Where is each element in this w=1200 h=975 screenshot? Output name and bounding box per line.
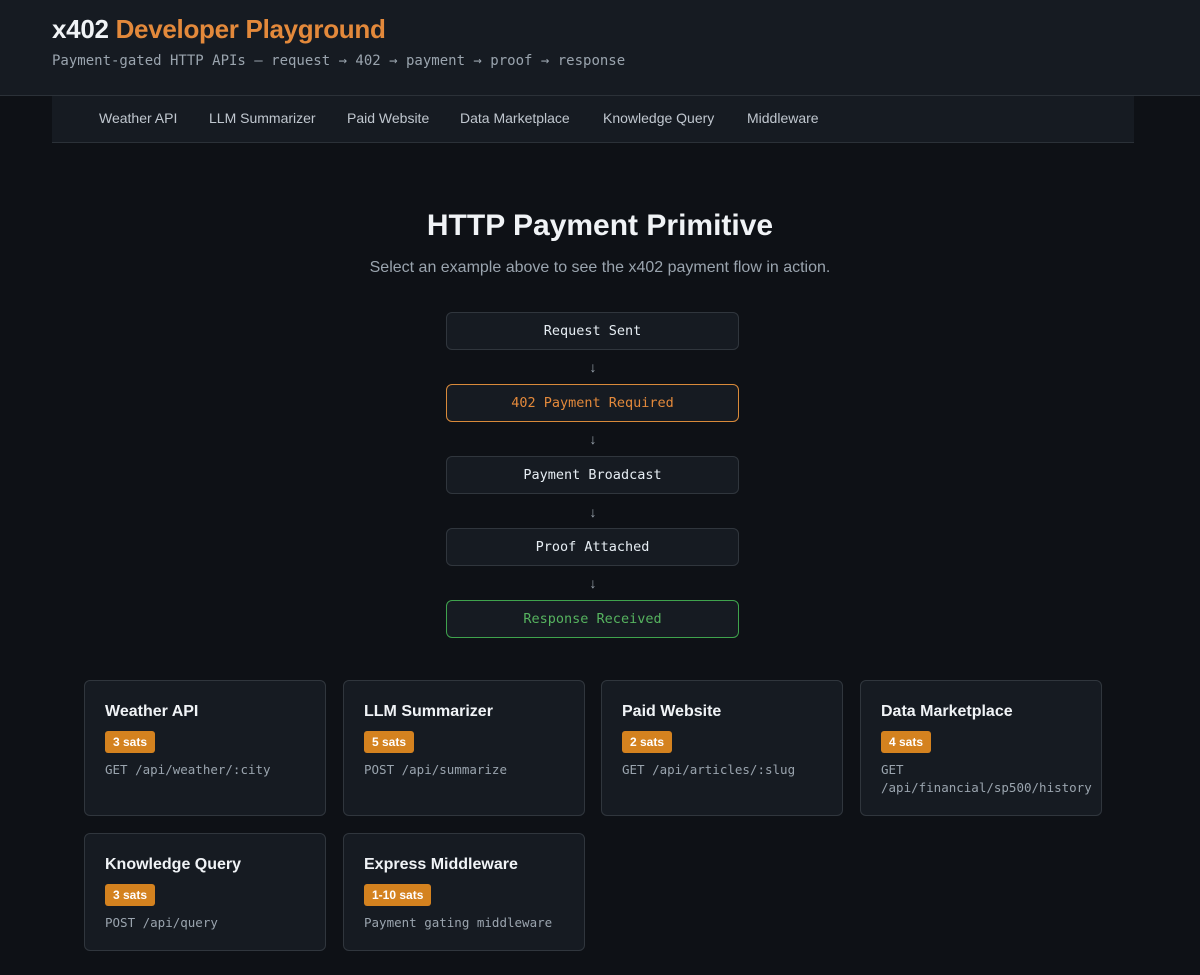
- app-title: x402 Developer Playground: [52, 12, 386, 46]
- arrow-down-icon: ↓: [589, 431, 597, 447]
- app-title-accent: Developer Playground: [115, 14, 386, 44]
- flow-step-response-received: Response Received: [446, 600, 739, 638]
- price-badge: 3 sats: [105, 731, 156, 753]
- nav-item-weather-api[interactable]: Weather API: [99, 96, 177, 142]
- flow-step-payment-required: 402 Payment Required: [446, 384, 739, 422]
- example-card-paid-website[interactable]: Paid Website 2 sats GET /api/articles/:s…: [601, 680, 843, 816]
- card-endpoint: GET /api/articles/:slug: [622, 762, 796, 777]
- card-title: Weather API: [105, 703, 199, 720]
- app-title-brand: x402: [52, 14, 109, 44]
- flow-step-proof-attached: Proof Attached: [446, 528, 739, 566]
- card-endpoint: GET /api/weather/:city: [105, 762, 271, 777]
- example-card-express-middleware[interactable]: Express Middleware 1-10 sats Payment gat…: [343, 833, 585, 951]
- nav-item-llm-summarizer[interactable]: LLM Summarizer: [209, 96, 316, 142]
- flow-step-request-sent: Request Sent: [446, 312, 739, 350]
- price-badge: 3 sats: [105, 884, 156, 906]
- nav-item-paid-website[interactable]: Paid Website: [347, 96, 429, 142]
- flow-step-payment-broadcast: Payment Broadcast: [446, 456, 739, 494]
- nav-item-middleware[interactable]: Middleware: [747, 96, 819, 142]
- example-card-knowledge-query[interactable]: Knowledge Query 3 sats POST /api/query: [84, 833, 326, 951]
- card-title: Knowledge Query: [105, 856, 242, 873]
- app-header: x402 Developer Playground Payment-gated …: [0, 0, 1200, 96]
- arrow-down-icon: ↓: [589, 575, 597, 591]
- hero-title: HTTP Payment Primitive: [426, 209, 774, 242]
- nav-item-data-marketplace[interactable]: Data Marketplace: [460, 96, 570, 142]
- nav-item-knowledge-query[interactable]: Knowledge Query: [603, 96, 714, 142]
- card-endpoint: POST /api/summarize: [364, 762, 507, 777]
- card-endpoint: POST /api/query: [105, 915, 218, 930]
- arrow-down-icon: ↓: [589, 504, 597, 520]
- card-title: Data Marketplace: [881, 703, 1013, 720]
- card-title: LLM Summarizer: [364, 703, 493, 720]
- example-nav: Weather API LLM Summarizer Paid Website …: [52, 96, 1134, 143]
- hero-subtitle: Select an example above to see the x402 …: [369, 259, 831, 276]
- card-endpoint: Payment gating middleware: [364, 915, 553, 930]
- arrow-down-icon: ↓: [589, 359, 597, 375]
- app-subtitle: Payment-gated HTTP APIs — request → 402 …: [52, 53, 626, 69]
- price-badge: 5 sats: [364, 731, 415, 753]
- price-badge: 2 sats: [622, 731, 673, 753]
- price-badge: 4 sats: [881, 731, 932, 753]
- card-title: Paid Website: [622, 703, 722, 720]
- price-badge: 1-10 sats: [364, 884, 432, 906]
- example-card-weather-api[interactable]: Weather API 3 sats GET /api/weather/:cit…: [84, 680, 326, 816]
- card-endpoint: GET /api/financial/sp500/history: [881, 762, 1092, 795]
- example-card-data-marketplace[interactable]: Data Marketplace 4 sats GET /api/financi…: [860, 680, 1102, 816]
- card-title: Express Middleware: [364, 856, 518, 873]
- example-card-llm-summarizer[interactable]: LLM Summarizer 5 sats POST /api/summariz…: [343, 680, 585, 816]
